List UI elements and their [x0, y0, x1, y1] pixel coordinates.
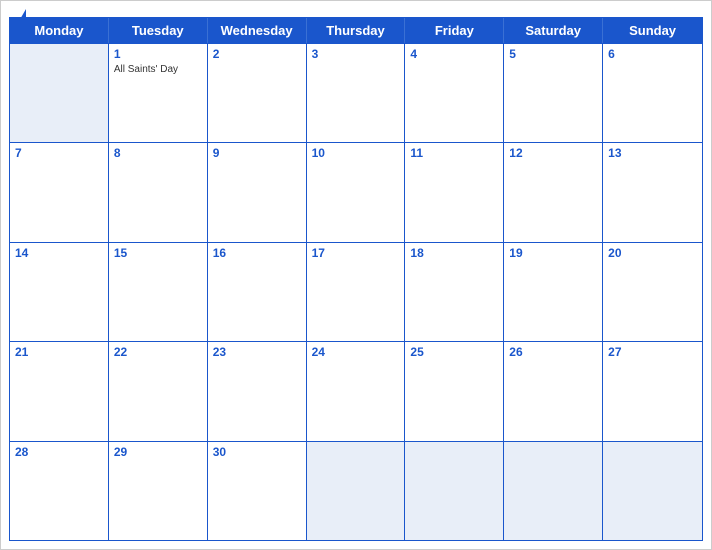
day-cell: 11	[405, 143, 504, 241]
day-number: 9	[213, 146, 301, 162]
week-row-4: 21 22 23 24 25 26 27	[10, 341, 702, 440]
day-header-sunday: Sunday	[603, 18, 702, 43]
day-number: 20	[608, 246, 697, 262]
day-cell	[10, 44, 109, 142]
day-number: 14	[15, 246, 103, 262]
day-cell: 12	[504, 143, 603, 241]
day-cell: 5	[504, 44, 603, 142]
day-number: 1	[114, 47, 202, 63]
day-number: 12	[509, 146, 597, 162]
day-number: 8	[114, 146, 202, 162]
day-number: 2	[213, 47, 301, 63]
day-cell: 28	[10, 442, 109, 540]
day-cell: 20	[603, 243, 702, 341]
day-number: 18	[410, 246, 498, 262]
day-header-monday: Monday	[10, 18, 109, 43]
day-cell: 17	[307, 243, 406, 341]
logo-triangle-icon	[19, 9, 26, 21]
day-number: 24	[312, 345, 400, 361]
day-cell: 9	[208, 143, 307, 241]
day-cell: 3	[307, 44, 406, 142]
day-cell: 7	[10, 143, 109, 241]
calendar-body: 1All Saints' Day234567891011121314151617…	[10, 43, 702, 540]
day-number: 5	[509, 47, 597, 63]
day-number: 21	[15, 345, 103, 361]
day-number: 15	[114, 246, 202, 262]
week-row-3: 14 15 16 17 18 19 20	[10, 242, 702, 341]
day-cell: 27	[603, 342, 702, 440]
week-row-5: 28 29 30	[10, 441, 702, 540]
day-number: 7	[15, 146, 103, 162]
day-cell: 18	[405, 243, 504, 341]
day-number: 11	[410, 146, 498, 162]
logo	[17, 9, 26, 21]
day-number: 6	[608, 47, 697, 63]
day-event: All Saints' Day	[114, 64, 202, 75]
day-cell: 10	[307, 143, 406, 241]
day-header-tuesday: Tuesday	[109, 18, 208, 43]
day-number: 26	[509, 345, 597, 361]
day-cell	[405, 442, 504, 540]
day-cell: 15	[109, 243, 208, 341]
day-number: 13	[608, 146, 697, 162]
day-cell: 23	[208, 342, 307, 440]
day-number: 28	[15, 445, 103, 461]
day-cell: 19	[504, 243, 603, 341]
day-header-wednesday: Wednesday	[208, 18, 307, 43]
day-cell: 21	[10, 342, 109, 440]
week-row-1: 1All Saints' Day 23456	[10, 43, 702, 142]
day-number: 30	[213, 445, 301, 461]
logo-blue	[17, 9, 26, 21]
day-number: 16	[213, 246, 301, 262]
day-number: 17	[312, 246, 400, 262]
day-cell: 26	[504, 342, 603, 440]
day-cell: 24	[307, 342, 406, 440]
day-number: 22	[114, 345, 202, 361]
day-cell: 1All Saints' Day	[109, 44, 208, 142]
day-header-thursday: Thursday	[307, 18, 406, 43]
day-cell: 22	[109, 342, 208, 440]
day-cell: 16	[208, 243, 307, 341]
day-cell: 30	[208, 442, 307, 540]
day-number: 3	[312, 47, 400, 63]
day-cell	[307, 442, 406, 540]
calendar-page: MondayTuesdayWednesdayThursdayFridaySatu…	[0, 0, 712, 550]
calendar-grid: MondayTuesdayWednesdayThursdayFridaySatu…	[9, 17, 703, 541]
day-number: 19	[509, 246, 597, 262]
day-headers-row: MondayTuesdayWednesdayThursdayFridaySatu…	[10, 18, 702, 43]
day-cell: 8	[109, 143, 208, 241]
calendar-header	[1, 1, 711, 17]
day-number: 25	[410, 345, 498, 361]
day-cell	[504, 442, 603, 540]
day-cell: 14	[10, 243, 109, 341]
day-cell: 29	[109, 442, 208, 540]
day-cell: 25	[405, 342, 504, 440]
day-cell: 2	[208, 44, 307, 142]
day-cell: 6	[603, 44, 702, 142]
day-cell: 13	[603, 143, 702, 241]
day-cell	[603, 442, 702, 540]
week-row-2: 789 10 11 12 13	[10, 142, 702, 241]
day-header-saturday: Saturday	[504, 18, 603, 43]
day-number: 10	[312, 146, 400, 162]
day-cell: 4	[405, 44, 504, 142]
day-number: 4	[410, 47, 498, 63]
day-header-friday: Friday	[405, 18, 504, 43]
day-number: 27	[608, 345, 697, 361]
day-number: 23	[213, 345, 301, 361]
day-number: 29	[114, 445, 202, 461]
